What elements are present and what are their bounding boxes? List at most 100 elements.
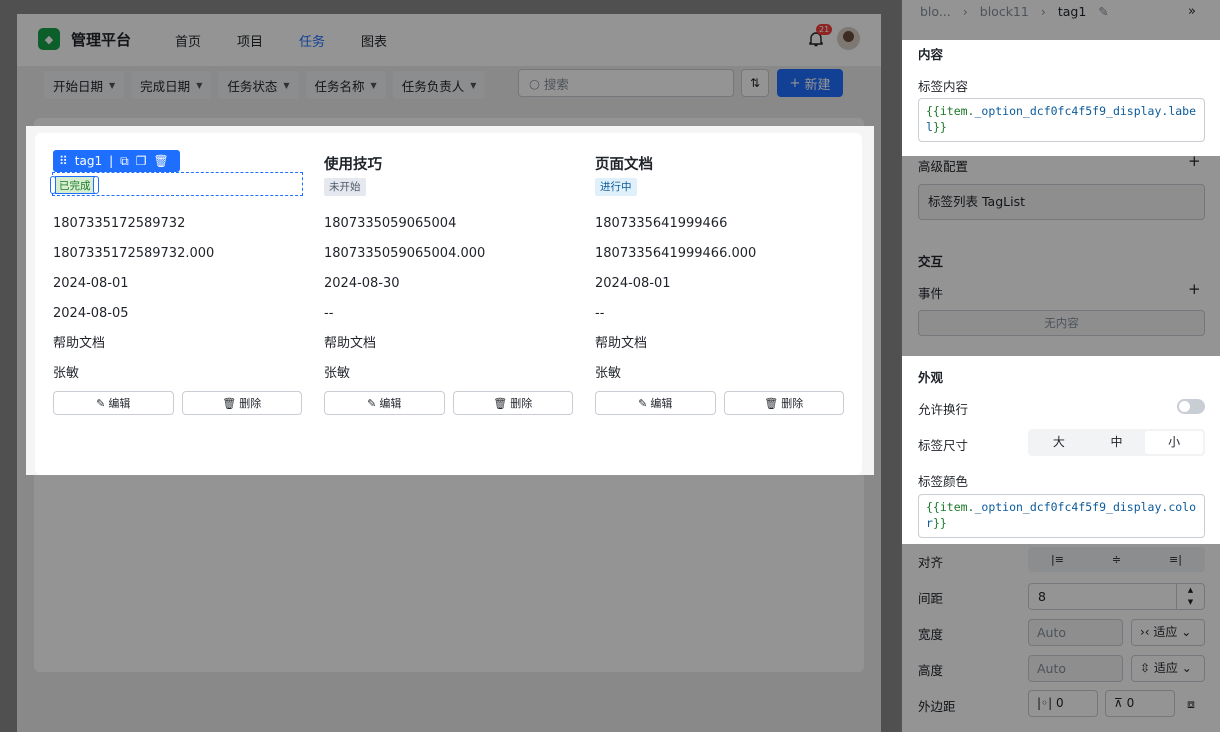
sort-button[interactable]: ⇅ (741, 69, 769, 97)
sort-icon: ⇅ (749, 76, 761, 90)
status-tag: 未开始 (324, 178, 366, 196)
card-project: 帮助文档 (324, 336, 377, 351)
card-amount: 1807335172589732.000 (53, 246, 215, 261)
search-placeholder: 搜索 (543, 76, 569, 92)
tag-content-field[interactable]: {{item._option_dcf0fc4f5f9_display.label… (918, 98, 1205, 142)
filter-label: 任务状态 (227, 78, 278, 94)
section-appearance-title: 外观 (918, 370, 944, 385)
avatar[interactable] (837, 27, 860, 50)
trash-icon: 🗑 (222, 396, 237, 410)
top-nav: 首页 项目 任务 图表 (175, 31, 423, 50)
card-owner: 张敏 (53, 366, 80, 381)
filter-start-date[interactable]: 开始日期 ▼ (44, 71, 125, 99)
delete-label: 删除 (239, 397, 262, 410)
caret-down-icon: ▼ (470, 80, 477, 90)
filter-name[interactable]: 任务名称 ▼ (305, 71, 386, 99)
drag-handle-icon[interactable]: ⠿ (59, 154, 68, 168)
status-tag: 进行中 (595, 178, 637, 196)
card-amount: 1807335059065004.000 (324, 246, 486, 261)
delete-button[interactable]: 🗑 删除 (452, 391, 573, 415)
trash-icon: 🗑 (493, 396, 508, 410)
filter-label: 完成日期 (140, 78, 191, 94)
card-end-date: 2024-08-05 (53, 306, 129, 321)
copy-icon[interactable]: ⧉ (120, 154, 129, 169)
expr-suffix: }} (932, 516, 947, 530)
caret-down-icon: ▼ (370, 80, 377, 90)
trash-icon[interactable]: 🗑 (154, 154, 169, 168)
card-id: 1807335641999466 (595, 216, 728, 231)
trash-icon: 🗑 (764, 396, 779, 410)
selection-label: tag1 (74, 154, 103, 168)
delete-button[interactable]: 🗑 删除 (723, 391, 844, 415)
divider: | (109, 154, 114, 168)
nav-charts[interactable]: 图表 (361, 31, 387, 50)
nav-projects[interactable]: 项目 (237, 31, 263, 50)
delete-label: 删除 (510, 397, 533, 410)
filter-owner[interactable]: 任务负责人 ▼ (392, 71, 486, 99)
tag-color-field[interactable]: {{item._option_dcf0fc4f5f9_display.color… (918, 494, 1205, 538)
delete-label: 删除 (781, 397, 804, 410)
edit-button[interactable]: ✎ 编辑 (595, 391, 716, 415)
duplicate-icon[interactable]: ❐ (136, 154, 147, 168)
card-project: 帮助文档 (53, 336, 106, 351)
side-overlay-top (902, 0, 1220, 40)
card-start-date: 2024-08-01 (595, 276, 671, 291)
expr-prefix: {{item. (926, 104, 975, 118)
filter-label: 任务名称 (314, 78, 365, 94)
expr-suffix: }} (932, 120, 947, 134)
caret-down-icon: ▼ (196, 80, 203, 90)
card-start-date: 2024-08-30 (324, 276, 400, 291)
card-actions: ✎ 编辑 🗑 删除 (53, 391, 302, 415)
card-id: 1807335172589732 (53, 216, 186, 231)
card-id: 1807335059065004 (324, 216, 457, 231)
search-input[interactable]: ○ 搜索 (518, 69, 734, 97)
card-actions: ✎ 编辑 🗑 删除 (595, 391, 844, 415)
card-end-date: -- (324, 306, 334, 321)
card-end-date: -- (595, 306, 605, 321)
app-title: 管理平台 (71, 31, 132, 49)
card-start-date: 2024-08-01 (53, 276, 129, 291)
expr-prefix: {{item. (926, 500, 975, 514)
edit-label: 编辑 (650, 397, 673, 410)
selection-toolbar: ⠿ tag1 | ⧉ ❐ 🗑 (53, 150, 180, 172)
card-owner: 张敏 (324, 366, 351, 381)
nav-home[interactable]: 首页 (175, 31, 201, 50)
edit-button[interactable]: ✎ 编辑 (324, 391, 445, 415)
wrap-toggle[interactable] (1177, 399, 1205, 414)
card-project: 帮助文档 (595, 336, 648, 351)
card-owner: 张敏 (595, 366, 622, 381)
filter-status[interactable]: 任务状态 ▼ (218, 71, 299, 99)
edit-button[interactable]: ✎ 编辑 (53, 391, 174, 415)
caret-down-icon: ▼ (283, 80, 290, 90)
new-button[interactable]: + 新建 (777, 69, 843, 97)
nav-tasks[interactable]: 任务 (299, 31, 325, 50)
tag-content-label: 标签内容 (918, 79, 969, 94)
card-actions: ✎ 编辑 🗑 删除 (324, 391, 573, 415)
resize-handle-right[interactable] (93, 176, 99, 194)
side-overlay-middle (902, 156, 1220, 356)
wrap-label: 允许换行 (918, 402, 969, 417)
edit-label: 编辑 (108, 397, 131, 410)
card-title: 页面文档 (595, 157, 653, 173)
card-amount: 1807335641999466.000 (595, 246, 757, 261)
filter-label: 任务负责人 (401, 78, 465, 94)
task-card: 页面文档 进行中 1807335641999466 18073356419994… (595, 133, 844, 415)
edit-label: 编辑 (379, 397, 402, 410)
filter-label: 开始日期 (53, 78, 104, 94)
size-large[interactable]: 大 (1030, 431, 1088, 454)
delete-button[interactable]: 🗑 删除 (181, 391, 302, 415)
edit-icon: ✎ (96, 396, 106, 410)
new-button-label: 新建 (804, 77, 831, 93)
app-header: ◆ 管理平台 首页 项目 任务 图表 21 (17, 14, 881, 66)
caret-down-icon: ▼ (109, 80, 116, 90)
size-label: 标签尺寸 (918, 438, 969, 453)
size-small[interactable]: 小 (1145, 431, 1204, 454)
size-medium[interactable]: 中 (1088, 431, 1146, 454)
section-content-title: 内容 (918, 47, 944, 62)
card-title: 使用技巧 (324, 157, 382, 173)
status-tag-selected[interactable]: 已完成 (55, 176, 95, 194)
plus-icon: + (789, 75, 801, 91)
notification-badge: 21 (816, 24, 833, 35)
task-card: 使用技巧 未开始 1807335059065004 18073350590650… (324, 133, 573, 415)
filter-end-date[interactable]: 完成日期 ▼ (131, 71, 212, 99)
